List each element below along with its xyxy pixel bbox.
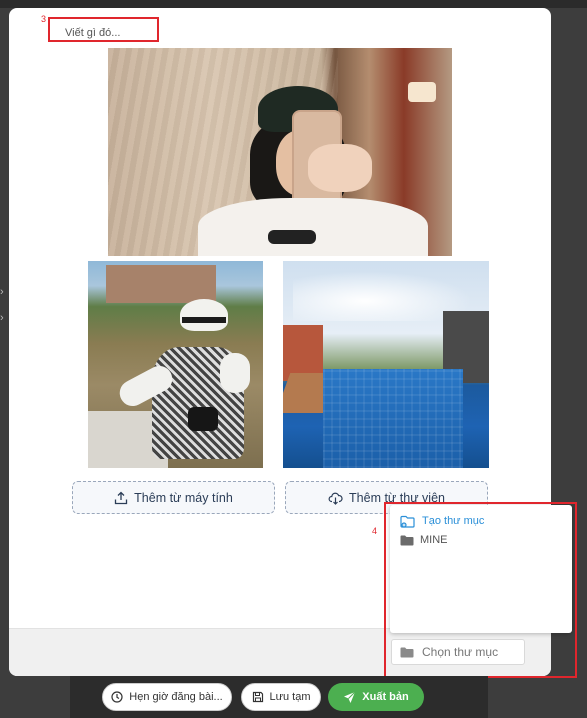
photo-collar bbox=[268, 230, 316, 244]
photo-pool-tiles bbox=[323, 369, 463, 468]
photo-hand bbox=[308, 144, 372, 192]
save-icon bbox=[252, 691, 263, 703]
schedule-post-label: Hẹn giờ đăng bài... bbox=[129, 691, 223, 703]
chevron-right-icon: › bbox=[0, 286, 4, 298]
save-draft-label: Lưu tạm bbox=[269, 691, 311, 703]
annotation-number-4: 4 bbox=[372, 526, 378, 536]
photo-swimming-pool[interactable] bbox=[283, 261, 489, 468]
chevron-right-icon: › bbox=[0, 312, 4, 324]
publish-button[interactable]: Xuất bản bbox=[328, 683, 424, 711]
annotation-number-3: 3 bbox=[41, 14, 47, 24]
photo-girl-in-hat[interactable] bbox=[88, 261, 263, 468]
photo-blouse bbox=[198, 198, 428, 256]
photo-lamp bbox=[408, 82, 436, 102]
background-top-strip bbox=[0, 0, 587, 8]
photo-mirror-selfie[interactable] bbox=[108, 48, 452, 256]
save-draft-button[interactable]: Lưu tạm bbox=[241, 683, 321, 711]
send-icon bbox=[344, 691, 356, 703]
photo-house bbox=[106, 265, 216, 303]
photo-sleeve-right bbox=[220, 353, 250, 393]
cloud-download-icon bbox=[328, 492, 343, 505]
annotation-box-caption bbox=[48, 17, 159, 42]
annotation-box-folder-menu bbox=[384, 502, 577, 678]
photo-sun-hat bbox=[180, 299, 228, 331]
add-from-computer-button[interactable]: Thêm từ máy tính bbox=[72, 481, 275, 514]
clock-icon bbox=[111, 691, 123, 703]
add-from-computer-label: Thêm từ máy tính bbox=[134, 490, 233, 505]
upload-icon bbox=[115, 491, 128, 504]
publish-label: Xuất bản bbox=[362, 691, 409, 703]
schedule-post-button[interactable]: Hẹn giờ đăng bài... bbox=[102, 683, 232, 711]
photo-hat-band bbox=[182, 317, 226, 323]
photo-handbag bbox=[188, 407, 218, 431]
